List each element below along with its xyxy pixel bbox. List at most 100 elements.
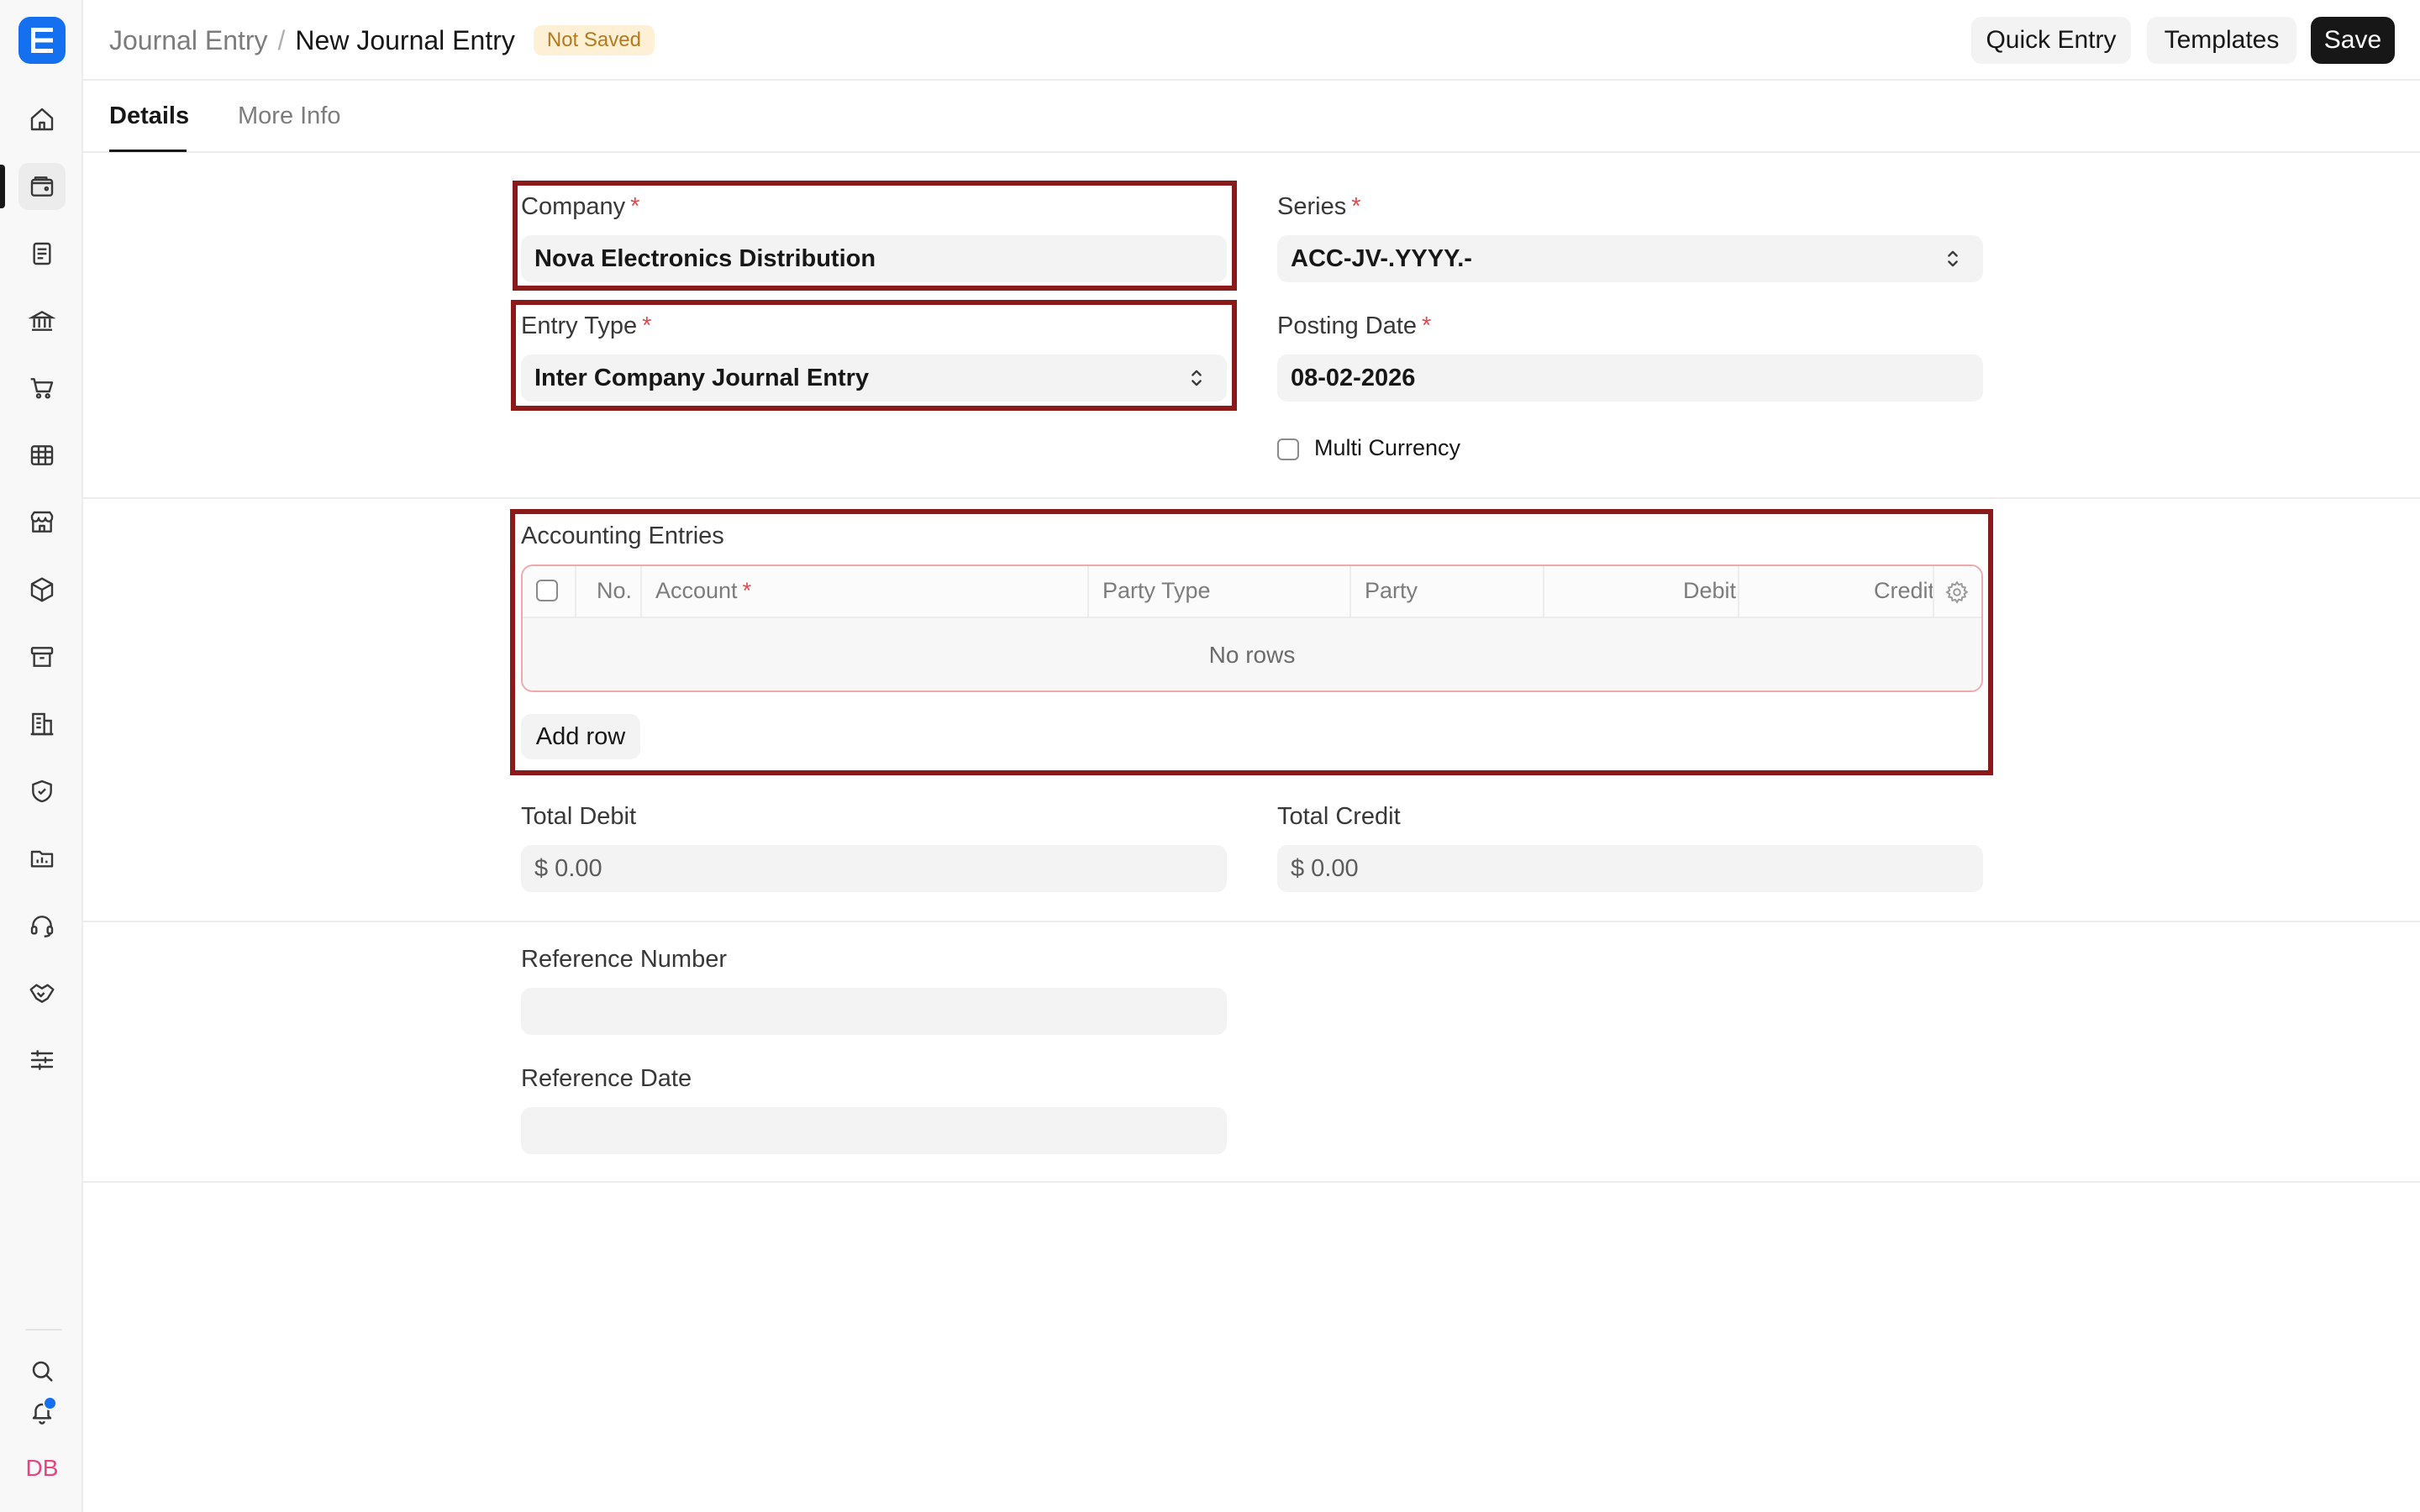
total-credit-field: $ 0.00 [1277, 845, 1983, 892]
column-separator [1738, 566, 1739, 617]
column-account: Account * [655, 578, 751, 604]
package-icon [30, 577, 54, 602]
required-mark: * [1422, 312, 1432, 339]
save-button[interactable]: Save [2311, 17, 2395, 64]
column-party: Party [1365, 578, 1418, 603]
sidebar-item-reports[interactable] [18, 432, 66, 479]
sidebar-item-settings[interactable] [18, 1037, 66, 1084]
column-separator [1543, 566, 1544, 617]
shield-icon [32, 780, 52, 803]
sidebar-notifications[interactable] [18, 1389, 66, 1436]
bank-icon [29, 310, 55, 331]
active-indicator [0, 165, 5, 208]
entry-type-label: Entry Type * [521, 312, 651, 340]
sliders-icon [30, 1050, 54, 1070]
search-icon [32, 1361, 53, 1382]
column-debit: Debit [1682, 578, 1736, 603]
sidebar-item-crm[interactable] [18, 969, 66, 1016]
column-separator [1349, 566, 1351, 617]
sidebar-item-projects[interactable] [18, 835, 66, 882]
posting-date-field[interactable]: 08-02-2026 [1277, 354, 1983, 402]
column-account-text: Account [655, 578, 738, 603]
reference-date-label: Reference Date [521, 1065, 692, 1092]
sidebar: DB [0, 0, 83, 1512]
sidebar-item-buying[interactable] [18, 365, 66, 412]
column-no: No. [597, 578, 633, 603]
multi-currency-label: Multi Currency [1314, 435, 1461, 460]
chevron-up-down-icon [1192, 370, 1202, 386]
avatar[interactable]: DB [18, 1445, 66, 1492]
posting-date-label: Posting Date * [1277, 312, 1431, 340]
sidebar-item-organization[interactable] [18, 701, 66, 748]
page-header: Journal Entry / New Journal Entry Not Sa… [83, 0, 2420, 81]
sidebar-divider [25, 1329, 62, 1331]
sidebar-item-home[interactable] [18, 96, 66, 143]
select-all-checkbox[interactable] [536, 580, 558, 601]
company-label-text: Company [521, 193, 626, 220]
sidebar-search[interactable] [18, 1347, 66, 1394]
company-label: Company * [521, 193, 639, 221]
column-separator [1933, 566, 1934, 617]
sidebar-item-quality[interactable] [18, 768, 66, 815]
breadcrumb: Journal Entry / New Journal Entry Not Sa… [109, 24, 655, 57]
handshake-icon [29, 984, 55, 1003]
multi-currency-checkbox[interactable] [1277, 438, 1299, 460]
breadcrumb-separator: / [277, 24, 286, 55]
reference-date-field[interactable] [521, 1107, 1227, 1154]
table-icon [30, 445, 54, 465]
table-header: No. Account * Party Type Party Debit Cred… [523, 566, 1981, 618]
chevron-up-down-icon [1948, 250, 1958, 267]
active-tab-underline [109, 150, 187, 152]
home-icon [30, 108, 54, 131]
quick-entry-button[interactable]: Quick Entry [1971, 17, 2131, 64]
cart-icon [30, 378, 54, 399]
add-row-button[interactable]: Add row [521, 714, 640, 759]
series-label: Series * [1277, 193, 1361, 221]
required-mark: * [642, 312, 652, 339]
sidebar-item-banking[interactable] [18, 297, 66, 344]
column-separator [1087, 566, 1089, 617]
accounting-entries-table: No. Account * Party Type Party Debit Cred… [521, 564, 1983, 692]
sidebar-item-accounting[interactable] [18, 163, 66, 210]
headset-icon [30, 916, 54, 937]
column-party-type: Party Type [1102, 578, 1211, 603]
store-icon [30, 511, 54, 533]
series-label-text: Series [1277, 193, 1347, 220]
total-credit-label: Total Credit [1277, 803, 1401, 830]
required-mark: * [630, 193, 640, 220]
archive-icon [30, 647, 54, 667]
company-field[interactable]: Nova Electronics Distribution [521, 235, 1227, 282]
tab-more-info[interactable]: More Info [238, 102, 341, 130]
reference-number-field[interactable] [521, 988, 1227, 1035]
section-divider [83, 1181, 2420, 1183]
templates-button[interactable]: Templates [2147, 17, 2296, 64]
tab-details[interactable]: Details [109, 102, 189, 130]
app-logo[interactable] [18, 17, 66, 64]
column-credit: Credit [1873, 578, 1934, 603]
reference-number-label: Reference Number [521, 946, 727, 973]
column-separator [575, 566, 576, 617]
gear-icon[interactable] [1944, 580, 1970, 605]
posting-date-label-text: Posting Date [1277, 312, 1418, 339]
entry-type-label-text: Entry Type [521, 312, 638, 339]
document-icon [33, 242, 51, 265]
sidebar-item-stock[interactable] [18, 566, 66, 613]
accounting-entries-label: Accounting Entries [521, 522, 724, 549]
entry-type-value: Inter Company Journal Entry [534, 364, 870, 391]
page-title: New Journal Entry [295, 24, 515, 55]
tab-bar: Details More Info [83, 81, 2420, 153]
sidebar-item-documents[interactable] [18, 230, 66, 277]
section-divider [83, 921, 2420, 922]
series-value: ACC-JV-.YYYY.- [1291, 244, 1472, 272]
sidebar-item-selling[interactable] [18, 499, 66, 546]
breadcrumb-parent[interactable]: Journal Entry [109, 25, 268, 56]
sidebar-item-assets[interactable] [18, 633, 66, 680]
sidebar-item-support[interactable] [18, 902, 66, 949]
logo-e-icon [31, 28, 53, 53]
total-debit-label: Total Debit [521, 803, 637, 830]
section-divider [83, 497, 2420, 499]
column-separator [640, 566, 642, 617]
series-select[interactable]: ACC-JV-.YYYY.- [1277, 235, 1983, 282]
entry-type-select[interactable]: Inter Company Journal Entry [521, 354, 1227, 402]
total-debit-field: $ 0.00 [521, 845, 1227, 892]
